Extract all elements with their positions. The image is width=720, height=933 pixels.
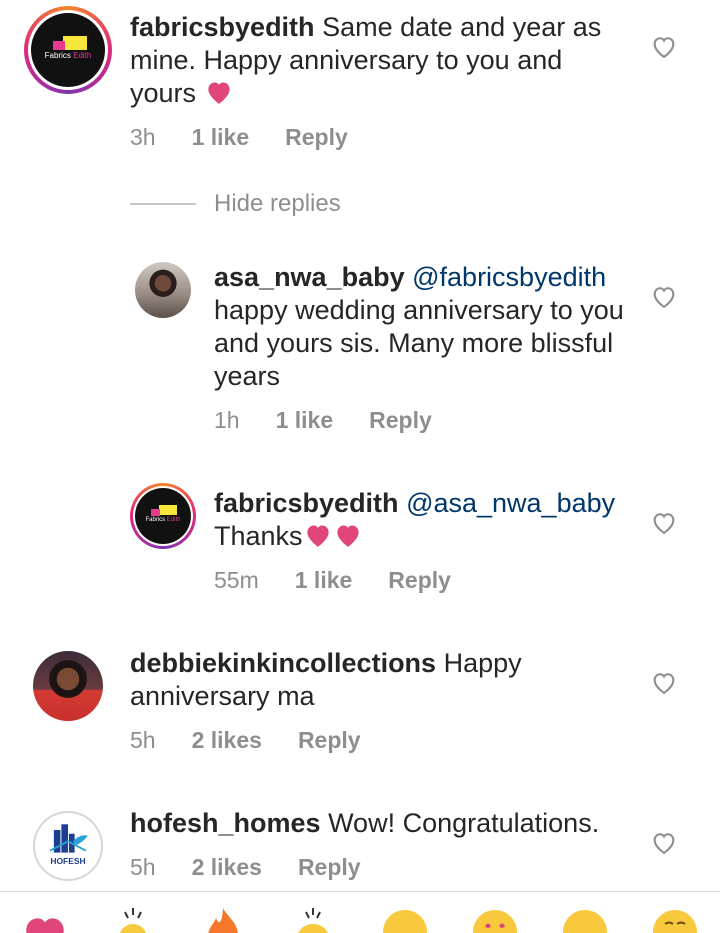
avatar[interactable] (33, 651, 103, 721)
comment-body: Wow! Congratulations. (328, 808, 600, 838)
avatar[interactable] (135, 262, 191, 318)
divider-line (130, 203, 196, 205)
comment-text: fabricsbyedith Same date and year as min… (130, 11, 620, 110)
fabricsbyedith-logo: Fabrics Edith (31, 13, 105, 87)
smiling-face-icon[interactable] (380, 904, 430, 933)
username[interactable]: fabricsbyedith (214, 488, 399, 518)
avatar[interactable]: Fabrics Edith (130, 483, 196, 549)
heart-emoji-icon (336, 525, 359, 547)
hide-replies-label[interactable]: Hide replies (214, 190, 341, 218)
like-heart-icon[interactable] (650, 33, 678, 61)
grinning-face-icon[interactable] (560, 904, 610, 933)
svg-text:HOFESH: HOFESH (50, 856, 85, 866)
timestamp: 5h (130, 727, 156, 753)
timestamp: 1h (214, 407, 240, 433)
heart-icon[interactable] (20, 910, 70, 933)
like-heart-icon[interactable] (650, 509, 678, 537)
likes-count[interactable]: 1 like (276, 407, 334, 433)
username[interactable]: fabricsbyedith (130, 12, 315, 42)
likes-count[interactable]: 1 like (192, 124, 250, 150)
reply-meta: 55m 1 like Reply (214, 567, 487, 594)
hofesh-logo: HOFESH (49, 824, 88, 866)
comment-text: hofesh_homes Wow! Congratulations. (130, 807, 620, 840)
emoji-reaction-bar (0, 892, 720, 933)
fabricsbyedith-logo: Fabrics Edith (135, 488, 191, 544)
reply-body: happy wedding anniversary to you and you… (214, 295, 624, 391)
heart-eyes-icon[interactable] (470, 904, 520, 933)
reply-button[interactable]: Reply (388, 567, 451, 593)
reply-button[interactable]: Reply (298, 854, 361, 880)
like-heart-icon[interactable] (650, 283, 678, 311)
like-heart-icon[interactable] (650, 669, 678, 697)
username[interactable]: debbiekinkincollections (130, 648, 436, 678)
timestamp: 55m (214, 567, 259, 593)
heart-emoji-icon (207, 82, 230, 104)
comment-meta: 5h 2 likes Reply (130, 854, 397, 881)
likes-count[interactable]: 2 likes (192, 727, 262, 753)
reply-button[interactable]: Reply (369, 407, 432, 433)
comment-meta: 5h 2 likes Reply (130, 727, 397, 754)
fire-icon[interactable] (198, 904, 248, 933)
avatar[interactable]: HOFESH (33, 811, 103, 881)
mention-link[interactable]: @fabricsbyedith (412, 262, 606, 292)
username[interactable]: hofesh_homes (130, 808, 321, 838)
reply-body: Thanks (214, 521, 303, 551)
clapping-hands-icon[interactable] (108, 904, 158, 933)
reply-button[interactable]: Reply (285, 124, 348, 150)
heart-emoji-icon (306, 525, 329, 547)
comment-meta: 3h 1 like Reply (130, 124, 384, 151)
laughing-face-icon[interactable] (650, 904, 700, 933)
reply-text: asa_nwa_baby @fabricsbyedith happy weddi… (214, 261, 624, 393)
likes-count[interactable]: 2 likes (192, 854, 262, 880)
reply-text: fabricsbyedith @asa_nwa_baby Thanks (214, 487, 624, 553)
timestamp: 3h (130, 124, 156, 150)
comment-text: debbiekinkincollections Happy anniversar… (130, 647, 620, 713)
like-heart-icon[interactable] (650, 829, 678, 857)
likes-count[interactable]: 1 like (295, 567, 353, 593)
raising-hands-icon[interactable] (288, 904, 338, 933)
mention-link[interactable]: @asa_nwa_baby (406, 488, 615, 518)
avatar[interactable]: Fabrics Edith (24, 6, 112, 94)
username[interactable]: asa_nwa_baby (214, 262, 405, 292)
reply-button[interactable]: Reply (298, 727, 361, 753)
reply-meta: 1h 1 like Reply (214, 407, 468, 434)
timestamp: 5h (130, 854, 156, 880)
